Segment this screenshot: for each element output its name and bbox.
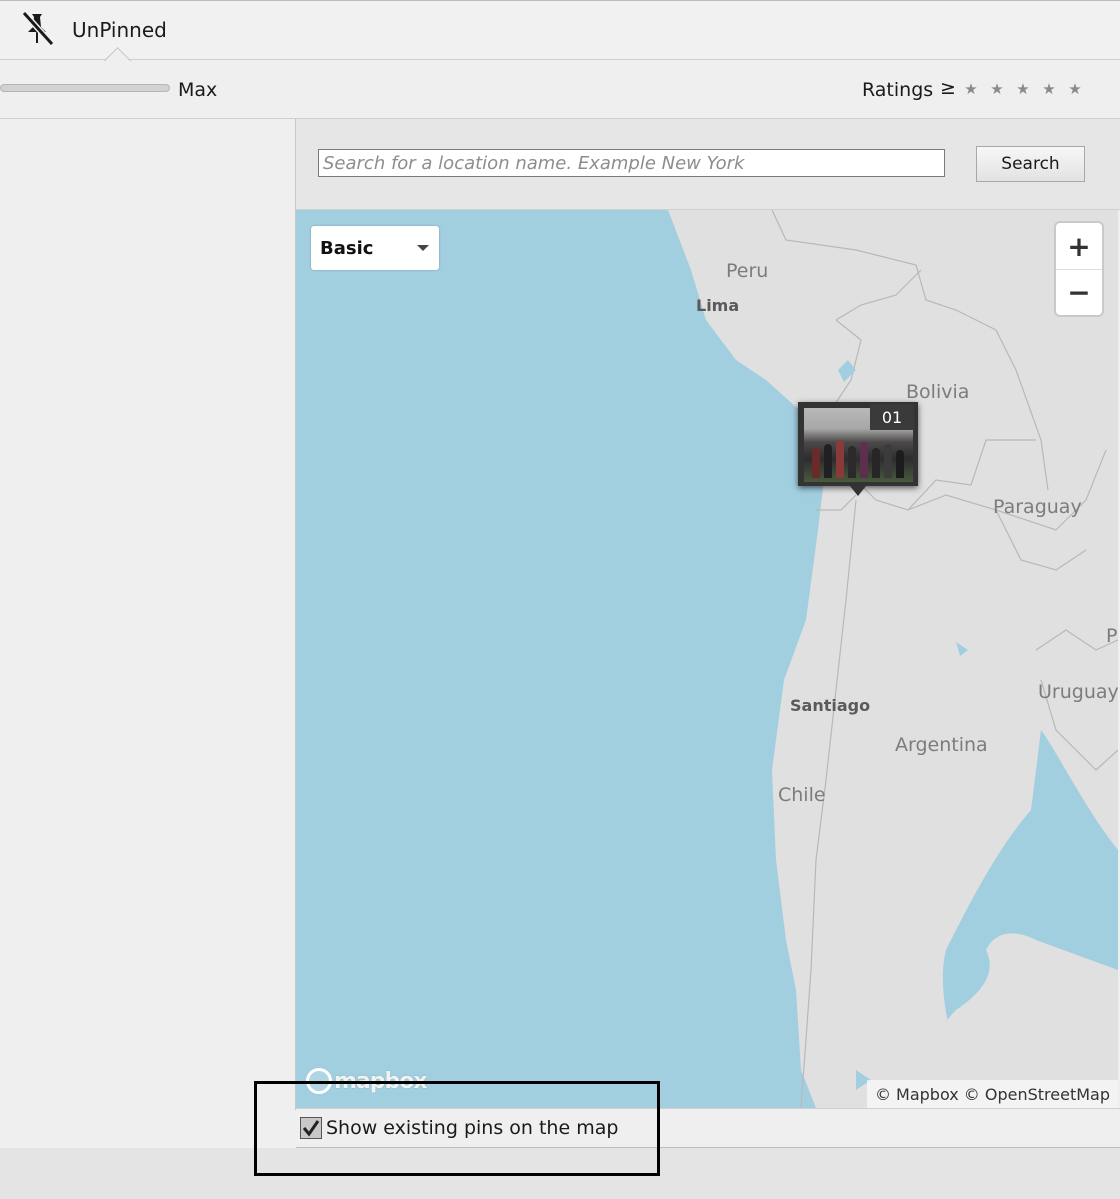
- map-label-lima: Lima: [696, 296, 740, 315]
- mapbox-logo[interactable]: mapbox: [306, 1068, 428, 1094]
- location-search-input[interactable]: [318, 149, 945, 177]
- pin-pointer: [850, 486, 866, 496]
- left-panel: [0, 118, 296, 1110]
- map-label-santiago: Santiago: [790, 696, 871, 715]
- map-label-argentina: Argentina: [895, 734, 988, 756]
- show-existing-pins-checkbox[interactable]: Show existing pins on the map: [300, 1117, 618, 1139]
- chevron-down-icon: [417, 245, 429, 251]
- rating-stars: ★ ★ ★ ★ ★: [962, 80, 1084, 98]
- top-tab-bar: [0, 0, 1120, 60]
- map-label-paraguay: Paraguay: [993, 496, 1082, 518]
- map-land: [668, 210, 1118, 1108]
- star-icon[interactable]: ★: [1040, 80, 1058, 98]
- map-style-select[interactable]: Basic: [311, 226, 439, 270]
- status-bar: [0, 1148, 1120, 1199]
- map-label-uruguay: Uruguay: [1038, 681, 1118, 703]
- show-existing-pins-label: Show existing pins on the map: [326, 1117, 619, 1139]
- map-attribution[interactable]: © Mapbox © OpenStreetMap: [866, 1080, 1118, 1108]
- unpin-icon: [18, 8, 58, 52]
- map-label-peru: Peru: [726, 260, 769, 282]
- checkbox-box[interactable]: [300, 1117, 322, 1139]
- search-button[interactable]: Search: [976, 146, 1085, 182]
- map-label-partial: P: [1106, 625, 1118, 647]
- ratings-operator: ≥: [940, 77, 956, 99]
- tab-unpinned-label: UnPinned: [72, 18, 167, 42]
- mapbox-logo-text: mapbox: [334, 1068, 428, 1094]
- star-icon[interactable]: ★: [988, 80, 1006, 98]
- photo-count-badge: 01: [870, 404, 914, 430]
- map-label-chile: Chile: [778, 784, 826, 806]
- zoom-control: + −: [1056, 223, 1102, 315]
- map-label-bolivia: Bolivia: [906, 381, 970, 403]
- star-icon[interactable]: ★: [1014, 80, 1032, 98]
- slider-max-label: Max: [178, 79, 218, 101]
- tab-unpinned[interactable]: UnPinned: [18, 8, 167, 52]
- checkmark-icon: [302, 1120, 320, 1137]
- map-view[interactable]: Peru Lima Bolivia Paraguay Uruguay Argen…: [296, 210, 1118, 1108]
- size-slider-track[interactable]: [0, 84, 170, 92]
- star-icon[interactable]: ★: [1066, 80, 1084, 98]
- zoom-in-button[interactable]: +: [1056, 223, 1102, 270]
- zoom-out-button[interactable]: −: [1056, 269, 1102, 315]
- mapbox-logo-icon: [306, 1068, 332, 1094]
- star-icon[interactable]: ★: [962, 80, 980, 98]
- photo-pin-marker[interactable]: 01: [798, 402, 918, 496]
- ratings-label: Ratings: [862, 79, 934, 101]
- map-style-value: Basic: [320, 237, 374, 259]
